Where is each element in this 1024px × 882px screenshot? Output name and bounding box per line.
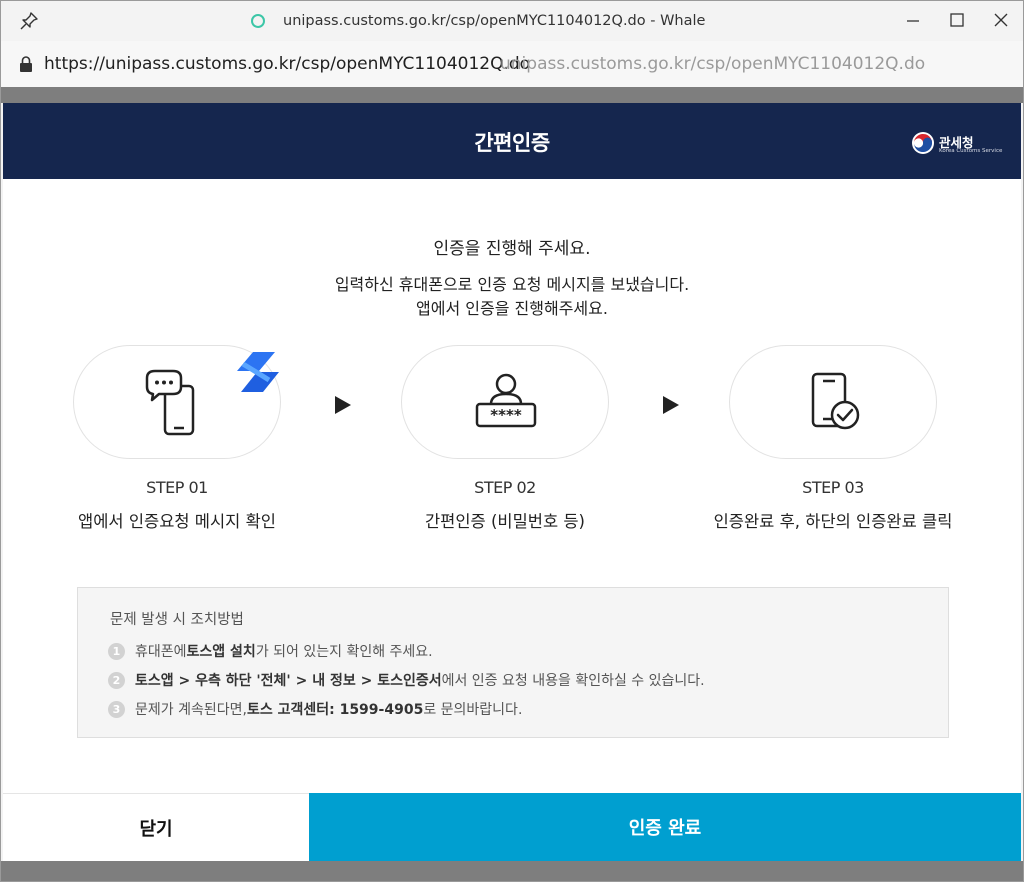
window-title-url: unipass.customs.go.kr/csp/openMYC1104012… [283, 13, 646, 29]
troubleshooting-box: 문제 발생 시 조치방법 1 휴대폰에 토스앱 설치 가 되어 있는지 확인해 주… [77, 587, 949, 738]
modal-title: 간편인증 [474, 131, 550, 155]
item-emphasis: 토스앱 설치 [186, 644, 256, 660]
user-password-icon: **** [475, 373, 537, 428]
step-01-number: STEP 01 [146, 478, 208, 497]
kcs-logo: 관세청 Korea Customs Service [911, 131, 1003, 157]
intro-line-3: 앱에서 인증을 진행해주세요. [416, 299, 608, 318]
window-title-app: Whale [660, 13, 706, 29]
browser-window: unipass.customs.go.kr/csp/openMYC1104012… [0, 0, 1024, 882]
modal-header: 간편인증 관세청 Korea Customs Service [3, 103, 1021, 179]
auth-complete-button[interactable]: 인증 완료 [309, 793, 1021, 861]
item-emphasis: 토스 고객센터: 1599-4905 [246, 702, 424, 718]
lock-icon [20, 56, 32, 72]
maximize-icon[interactable] [945, 9, 969, 33]
intro-heading: 인증을 진행해 주세요. [433, 239, 591, 259]
window-title-separator: - [650, 13, 656, 29]
kcs-subtitle: Korea Customs Service [939, 148, 1003, 154]
step-03-number: STEP 03 [802, 478, 864, 497]
auth-modal: 간편인증 관세청 Korea Customs Service 인증을 진행해 주… [3, 103, 1021, 861]
item-number-badge: 1 [108, 642, 125, 660]
backdrop-top [1, 87, 1023, 103]
title-bar: unipass.customs.go.kr/csp/openMYC1104012… [1, 1, 1023, 41]
step-02-description: 간편인증 (비밀번호 등) [425, 512, 585, 531]
item-number-badge: 2 [108, 671, 125, 689]
intro-line-2: 입력하신 휴대폰으로 인증 요청 메시지를 보냈습니다. [334, 275, 690, 294]
step-03-description: 인증완료 후, 하단의 인증완료 클릭 [713, 512, 953, 531]
intro-text: 입력하신 휴대폰으로 인증 요청 메시지를 보냈습니다. 앱에서 인증을 진행해… [3, 273, 1021, 321]
phone-message-icon [145, 369, 195, 436]
modal-footer: 닫기 인증 완료 [3, 793, 1021, 861]
close-icon[interactable] [989, 9, 1013, 33]
phone-check-icon [811, 372, 860, 430]
window-title: unipass.customs.go.kr/csp/openMYC1104012… [251, 11, 705, 31]
step-03-card [729, 345, 937, 459]
step-02-number: STEP 02 [474, 478, 536, 497]
item-text: 문제가 계속된다면, [135, 702, 247, 718]
address-bar[interactable]: https://unipass.customs.go.kr/csp/openMY… [1, 41, 1023, 87]
item-text: 휴대폰에 [135, 644, 187, 660]
troubleshooting-title: 문제 발생 시 조치방법 [110, 612, 244, 628]
item-text: 가 되어 있는지 확인해 주세요. [255, 644, 433, 660]
step-arrow-2-icon [663, 396, 679, 414]
step-01-description: 앱에서 인증요청 메시지 확인 [78, 512, 276, 531]
backdrop-bottom [1, 861, 1023, 881]
troubleshooting-item: 3 문제가 계속된다면, 토스 고객센터: 1599-4905 로 문의바랍니다. [108, 699, 522, 719]
taegeuk-icon [912, 132, 934, 154]
address-url[interactable]: https://unipass.customs.go.kr/csp/openMY… [44, 54, 530, 74]
pin-icon[interactable] [19, 11, 39, 31]
item-text: 로 문의바랍니다. [423, 702, 523, 718]
close-button[interactable]: 닫기 [3, 793, 309, 861]
troubleshooting-item: 1 휴대폰에 토스앱 설치 가 되어 있는지 확인해 주세요. [108, 641, 433, 661]
step-arrow-1-icon [335, 396, 351, 414]
minimize-icon[interactable] [901, 9, 925, 33]
troubleshooting-item: 2 토스앱 > 우측 하단 '전체' > 내 정보 > 토스인증서 에서 인증 요… [108, 670, 705, 690]
whale-icon [251, 14, 265, 28]
step-02-card: **** [401, 345, 609, 459]
address-url-suggestion: unipass.customs.go.kr/csp/openMYC1104012… [500, 54, 926, 74]
item-number-badge: 3 [108, 700, 125, 718]
item-text: 에서 인증 요청 내용을 확인하실 수 있습니다. [441, 673, 705, 689]
svg-text:****: **** [490, 406, 522, 424]
toss-logo-icon [237, 352, 279, 392]
item-emphasis: 토스앱 > 우측 하단 '전체' > 내 정보 > 토스인증서 [135, 673, 442, 689]
